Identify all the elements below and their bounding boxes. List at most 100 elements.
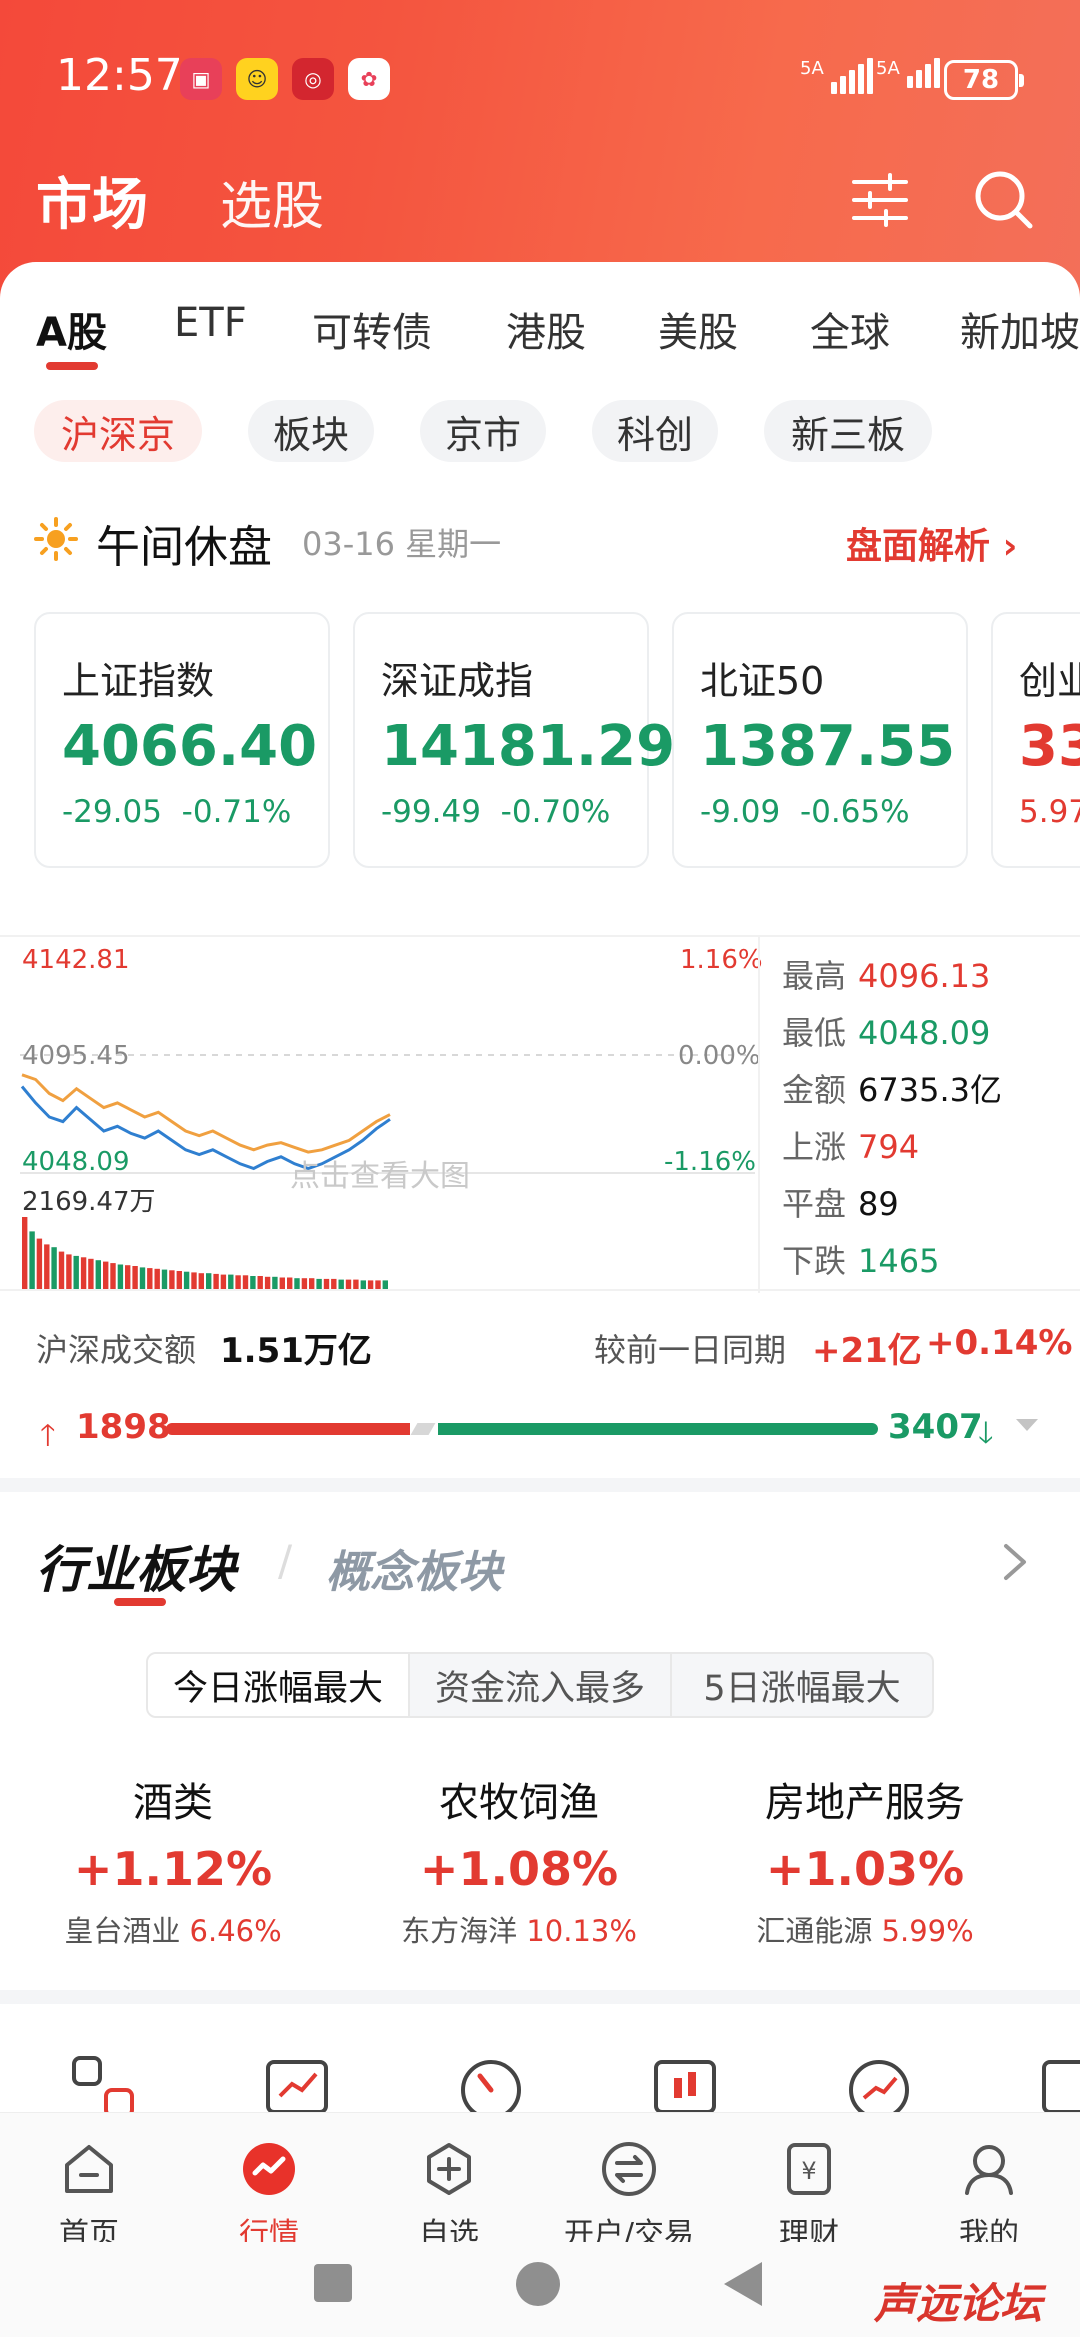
volume-bar xyxy=(80,1257,87,1289)
chart-y-high: 4142.81 xyxy=(22,945,130,975)
tab-us-stocks[interactable]: 美股 xyxy=(658,300,738,358)
tab-global[interactable]: 全球 xyxy=(810,300,890,358)
volume-bar xyxy=(117,1264,124,1289)
expand-caret-icon[interactable] xyxy=(1016,1419,1038,1431)
profile-icon xyxy=(965,2145,1013,2195)
stat-label: 最低 xyxy=(782,1014,847,1052)
system-nav-bar: 声远论坛 xyxy=(0,2242,1080,2337)
sector-name: 酒类 xyxy=(133,1780,213,1826)
segment-top-gainers[interactable]: 今日涨幅最大 xyxy=(148,1654,410,1716)
index-card[interactable]: 北证50 1387.55 -9.09 -0.65% xyxy=(672,612,968,868)
volume-bar xyxy=(279,1277,285,1289)
market-analysis-link[interactable]: 盘面解析 › xyxy=(846,517,1017,569)
nav-home[interactable]: 首页 xyxy=(14,2139,164,2253)
sector-sort-segmented: 今日涨幅最大 资金流入最多 5日涨幅最大 xyxy=(146,1652,934,1718)
active-sector-indicator xyxy=(114,1598,166,1606)
trade-icon xyxy=(602,2142,656,2196)
volume-bar xyxy=(147,1268,153,1289)
index-value: 14181.29 xyxy=(381,714,676,779)
nav-trade[interactable]: 开户/交易 xyxy=(554,2139,704,2253)
volume-bar xyxy=(191,1272,197,1289)
active-tab-indicator xyxy=(46,362,98,370)
signal-2-label: 5A xyxy=(876,58,900,79)
chip-sectors[interactable]: 板块 xyxy=(248,400,374,462)
watermark-logo: 声远论坛 xyxy=(874,2279,1043,2328)
chip-star-market[interactable]: 科创 xyxy=(592,400,718,462)
chip-neeq[interactable]: 新三板 xyxy=(764,400,932,462)
notification-icons: ▣ ☺ ◎ ✿ xyxy=(180,58,390,100)
bank-app-icon: ◎ xyxy=(292,58,334,100)
chip-beijing[interactable]: 京市 xyxy=(420,400,546,462)
stat-value: 6735.3亿 xyxy=(858,1071,1002,1109)
segment-top-inflow[interactable]: 资金流入最多 xyxy=(410,1654,672,1716)
segment-5day-gainers[interactable]: 5日涨幅最大 xyxy=(672,1654,932,1716)
volume-bar xyxy=(213,1273,219,1289)
transfer-icon[interactable] xyxy=(1038,2052,1080,2118)
gauge-icon[interactable] xyxy=(456,2052,526,2118)
back-button[interactable] xyxy=(724,2262,762,2306)
volume-bar xyxy=(367,1280,374,1289)
volume-bar xyxy=(206,1273,212,1289)
leader-name: 皇台酒业 xyxy=(64,1914,181,1948)
signal-1-icon: 5A xyxy=(800,58,873,94)
chevron-right-icon[interactable] xyxy=(1000,1542,1030,1582)
volume-bar xyxy=(139,1267,146,1289)
volume-bar xyxy=(257,1276,263,1289)
volume-bar xyxy=(22,1217,28,1289)
home-button[interactable] xyxy=(516,2262,560,2306)
recent-apps-button[interactable] xyxy=(314,2264,352,2302)
turnover-compare-amount: +21亿 xyxy=(812,1331,922,1371)
volume-bar xyxy=(58,1251,65,1289)
session-date: 03-16 星期一 xyxy=(302,525,502,563)
nav-market[interactable]: 行情 xyxy=(194,2139,344,2253)
chart-y-low: 4048.09 xyxy=(22,1147,130,1177)
nav-wealth[interactable]: ¥ 理财 xyxy=(734,2139,884,2253)
scan-icon[interactable] xyxy=(68,2052,138,2118)
stat-label: 最高 xyxy=(782,957,847,995)
page-title[interactable]: 市场 xyxy=(36,160,148,241)
sector-item[interactable]: 农牧饲渔 +1.08% 东方海洋 10.13% xyxy=(346,1770,692,1950)
nav-profile[interactable]: 我的 xyxy=(914,2139,1064,2253)
index-name: 深证成指 xyxy=(381,659,534,703)
sector-item[interactable]: 酒类 +1.12% 皇台酒业 6.46% xyxy=(0,1770,346,1950)
leader-pct: 10.13% xyxy=(526,1914,637,1948)
market-stats: 最高 4096.13 最低 4048.09 金额 6735.3亿 上涨 794 平盘 89… xyxy=(758,937,1080,1293)
sector-item[interactable]: 房地产服务 +1.03% 汇通能源 5.99% xyxy=(692,1770,1038,1950)
battery-icon: 78 xyxy=(944,60,1024,100)
tab-singapore[interactable]: 新加坡 xyxy=(960,300,1080,358)
trend-chart-icon[interactable] xyxy=(262,2052,332,2118)
index-value: 33 xyxy=(1019,714,1080,779)
volume-bar xyxy=(331,1278,337,1289)
turnover-label: 沪深成交额 xyxy=(36,1331,197,1369)
tab-industry-sectors[interactable]: 行业板块 xyxy=(36,1530,236,1602)
volume-bar xyxy=(198,1273,204,1289)
chip-all-markets[interactable]: 沪深京 xyxy=(34,400,202,462)
volume-bar xyxy=(44,1244,50,1289)
intraday-chart-canvas xyxy=(20,1054,755,1289)
index-card[interactable]: 上证指数 4066.40 -29.05 -0.71% xyxy=(34,612,330,868)
tab-convertible-bonds[interactable]: 可转债 xyxy=(312,300,432,358)
volume-bar xyxy=(323,1278,330,1289)
chart-pct-mid: 0.00% xyxy=(678,1041,761,1071)
market-breadth[interactable]: 🡑 1898 3407 🡓 xyxy=(0,1405,1080,1455)
index-card[interactable]: 深证成指 14181.29 -99.49 -0.70% xyxy=(353,612,675,868)
index-change-pct: -0.65% xyxy=(799,794,910,830)
tab-hk-stocks[interactable]: 港股 xyxy=(506,300,586,358)
intraday-chart[interactable]: 4142.81 4095.45 4048.09 1.16% 0.00% -1.1… xyxy=(0,935,1080,1293)
search-icon[interactable] xyxy=(972,168,1036,232)
tab-etf[interactable]: ETF xyxy=(174,300,247,346)
index-change: -29.05 -0.71% xyxy=(62,794,291,830)
index-card[interactable]: 创业 33 5.97 xyxy=(991,612,1080,868)
stock-picker-tab[interactable]: 选股 xyxy=(220,164,324,239)
tab-a-shares[interactable]: A股 xyxy=(36,300,107,358)
sector-name: 农牧饲渔 xyxy=(439,1780,599,1826)
stat-value: 794 xyxy=(858,1128,920,1166)
sector-leader: 皇台酒业 6.46% xyxy=(0,1908,346,1950)
candlestick-icon[interactable] xyxy=(650,2052,720,2118)
nav-watchlist[interactable]: 自选 xyxy=(374,2139,524,2253)
chart-pct-low: -1.16% xyxy=(664,1147,756,1177)
filter-icon[interactable] xyxy=(850,170,910,230)
tab-concept-sectors[interactable]: 概念板块 xyxy=(326,1536,502,1600)
battery-level: 78 xyxy=(962,65,1000,95)
rising-gauge-icon[interactable] xyxy=(844,2052,914,2118)
